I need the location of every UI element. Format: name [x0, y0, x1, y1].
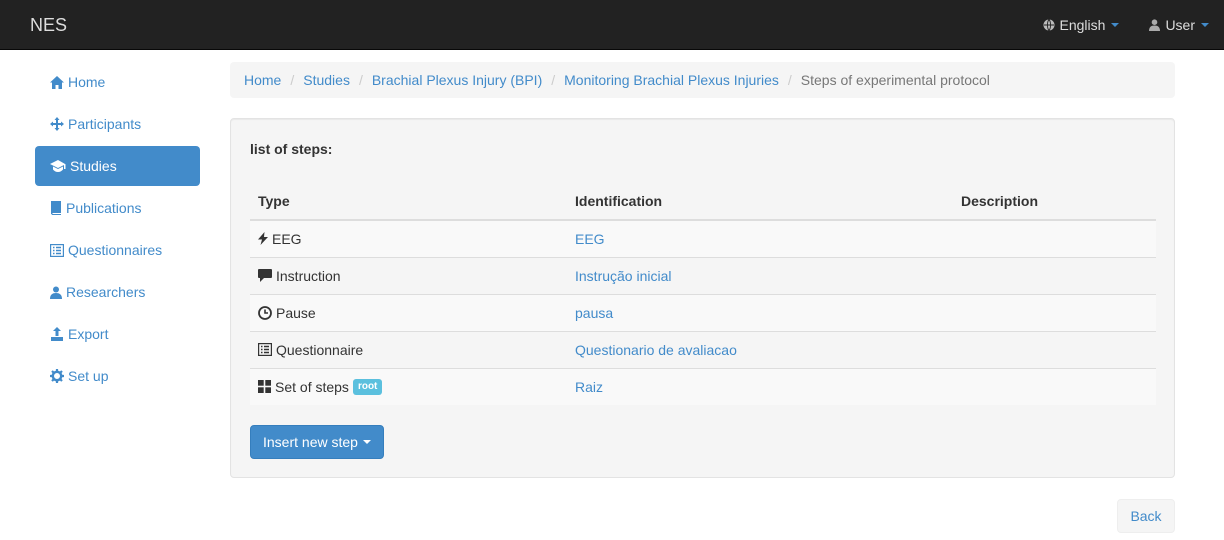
identification-cell: pausa — [567, 293, 953, 331]
step-link[interactable]: Questionario de avaliacao — [575, 342, 737, 358]
sidebar-item-label: Questionnaires — [68, 242, 163, 258]
sidebar-item-participants[interactable]: Participants — [35, 104, 200, 144]
list-alt-icon — [258, 343, 272, 356]
sidebar-item-label: Home — [68, 74, 106, 90]
description-cell — [953, 330, 1156, 368]
top-navbar: NES English User — [0, 0, 1224, 50]
sidebar-item-label: Participants — [68, 116, 142, 132]
breadcrumb-separator: / — [290, 72, 295, 88]
panel-title: list of steps: — [250, 141, 333, 157]
sidebar-item-questionnaires[interactable]: Questionnaires — [35, 230, 200, 270]
brand-logo[interactable]: NES — [30, 14, 67, 36]
breadcrumb: Home / Studies / Brachial Plexus Injury … — [230, 62, 1175, 98]
insert-new-step-button[interactable]: Insert new step — [250, 425, 384, 459]
breadcrumb-separator: / — [787, 72, 792, 88]
type-cell: EEG — [250, 220, 567, 257]
insert-new-step-label: Insert new step — [263, 434, 358, 450]
type-label: Instruction — [276, 267, 341, 284]
sidebar-item-home[interactable]: Home — [35, 62, 200, 102]
type-label: Set of steps — [275, 378, 349, 395]
sidebar-item-publications[interactable]: Publications — [35, 188, 200, 228]
table-row: EEG EEG — [250, 220, 1156, 257]
sidebar-item-label: Export — [68, 326, 109, 342]
time-icon — [258, 305, 272, 320]
description-cell — [953, 256, 1156, 294]
breadcrumb-current: Steps of experimental protocol — [800, 72, 990, 88]
type-label: Questionnaire — [276, 341, 364, 358]
chevron-down-icon — [1111, 23, 1120, 27]
language-dropdown[interactable]: English — [1043, 17, 1120, 33]
type-cell: Instruction — [250, 256, 567, 294]
column-header-type: Type — [250, 183, 567, 221]
identification-cell: EEG — [567, 220, 953, 257]
description-cell — [953, 367, 1156, 405]
description-cell — [953, 220, 1156, 257]
user-dropdown[interactable]: User — [1149, 17, 1209, 33]
navbar-right: English User — [1013, 0, 1209, 50]
sidebar-item-label: Researchers — [66, 284, 146, 300]
move-icon — [50, 117, 64, 131]
table-row: Set of steps root Raiz — [250, 367, 1156, 405]
user-label: User — [1165, 17, 1195, 33]
sidebar-item-label: Publications — [66, 200, 142, 216]
type-label: EEG — [272, 230, 302, 247]
flash-icon — [258, 232, 268, 246]
sidebar-item-studies[interactable]: Studies — [35, 146, 200, 186]
language-label: English — [1059, 17, 1106, 33]
breadcrumb-home[interactable]: Home — [244, 72, 281, 88]
steps-panel: list of steps: Type Identification Descr… — [230, 118, 1175, 478]
column-header-description: Description — [953, 183, 1156, 221]
column-header-identification: Identification — [567, 183, 953, 221]
sidebar-item-researchers[interactable]: Researchers — [35, 272, 200, 312]
sidebar-item-set-up[interactable]: Set up — [35, 356, 200, 396]
sidebar-item-export[interactable]: Export — [35, 314, 200, 354]
table-row: Instruction Instrução inicial — [250, 256, 1156, 294]
step-link[interactable]: Raiz — [575, 379, 603, 395]
step-link[interactable]: Instrução inicial — [575, 268, 672, 284]
type-cell: Pause — [250, 293, 567, 331]
table-header-row: Type Identification Description — [250, 183, 1156, 221]
chevron-down-icon — [1201, 23, 1209, 27]
identification-cell: Raiz — [567, 367, 953, 405]
sidebar-nav: Home Participants Studies Publications Q… — [35, 62, 200, 398]
type-label: Pause — [276, 304, 316, 321]
sidebar-item-label: Studies — [70, 158, 117, 174]
step-link[interactable]: EEG — [575, 231, 605, 247]
breadcrumb-separator: / — [358, 72, 363, 88]
th-large-icon — [258, 380, 271, 394]
breadcrumb-study[interactable]: Brachial Plexus Injury (BPI) — [372, 72, 542, 88]
table-row: Questionnaire Questionario de avaliacao — [250, 330, 1156, 368]
type-cell: Questionnaire — [250, 330, 567, 368]
back-button[interactable]: Back — [1117, 499, 1175, 533]
sidebar-item-label: Set up — [68, 368, 109, 384]
home-icon — [50, 75, 64, 89]
globe-icon — [1043, 19, 1055, 31]
user-icon — [50, 286, 62, 299]
breadcrumb-separator: / — [551, 72, 556, 88]
breadcrumb-experiment[interactable]: Monitoring Brachial Plexus Injuries — [564, 72, 779, 88]
cog-icon — [50, 369, 64, 383]
user-icon — [1149, 19, 1161, 31]
breadcrumb-studies[interactable]: Studies — [303, 72, 350, 88]
type-cell: Set of steps root — [250, 367, 567, 405]
education-icon — [50, 160, 66, 172]
identification-cell: Instrução inicial — [567, 256, 953, 294]
steps-table: Type Identification Description EEG EEG — [250, 183, 1156, 405]
root-badge: root — [352, 378, 383, 395]
list-alt-icon — [50, 243, 64, 257]
description-cell — [953, 293, 1156, 331]
table-row: Pause pausa — [250, 293, 1156, 331]
comment-icon — [258, 269, 272, 282]
chevron-down-icon — [362, 440, 371, 444]
export-icon — [51, 327, 63, 341]
step-link[interactable]: pausa — [575, 305, 613, 321]
identification-cell: Questionario de avaliacao — [567, 330, 953, 368]
book-icon — [51, 201, 61, 215]
